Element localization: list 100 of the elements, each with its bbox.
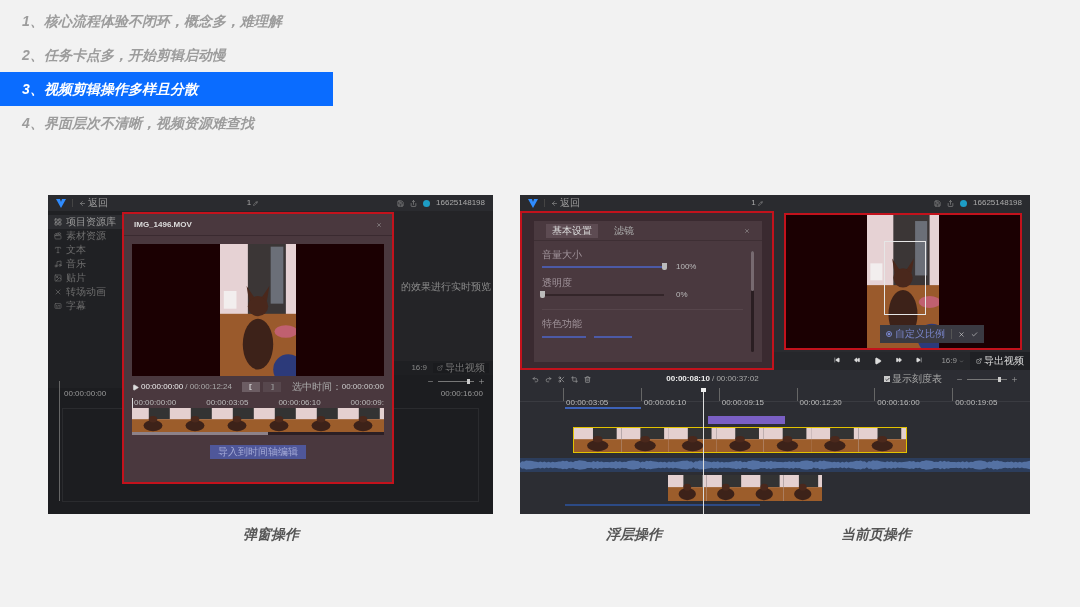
captions-icon (54, 302, 62, 310)
slider-label: 音量大小 (542, 249, 583, 261)
export-button[interactable]: 导出视频 (433, 363, 489, 373)
agenda-item: 3、视频剪辑操作多样且分散 (0, 72, 333, 106)
caption: 弹窗操作 (242, 525, 299, 544)
ruler-label: 00:00:06:10 (643, 398, 687, 407)
set-start-button[interactable] (242, 382, 261, 392)
export-button[interactable]: 导出视频 (970, 352, 1030, 370)
ruler-label: 00:00:16:00 (877, 398, 920, 407)
slider-thumb[interactable] (661, 263, 667, 270)
pencil-icon[interactable] (253, 200, 259, 206)
slider-value: 100% (676, 261, 697, 273)
slider-thumb[interactable] (539, 291, 545, 298)
sidebar-item[interactable]: 字幕 (48, 299, 134, 313)
back-button[interactable]: 返回 (551, 198, 580, 208)
trash-icon[interactable] (584, 375, 591, 383)
bracket-left-icon (249, 384, 254, 390)
avatar[interactable] (960, 199, 968, 207)
ruler-label: 00:00:09:15 (721, 398, 764, 407)
export-icon (437, 365, 443, 371)
panel-tab[interactable]: 滤镜 (608, 223, 640, 238)
share-icon[interactable] (410, 199, 418, 207)
agenda-item: 4、界面层次不清晰，视频资源难查找 (21, 113, 257, 133)
text-icon (54, 246, 62, 254)
bracket-right-icon (270, 384, 275, 390)
user-phone: 16625148198 (436, 197, 485, 209)
agenda-item: 2、任务卡点多，开始剪辑启动慢 (21, 45, 228, 65)
zoom-in-icon[interactable] (1011, 375, 1018, 383)
current-time: 00:00:00:00 (141, 381, 184, 393)
back-button[interactable]: 返回 (79, 198, 108, 208)
ruler-label: 00:00:03:05 (566, 398, 609, 407)
play-icon[interactable] (873, 357, 882, 365)
checkbox[interactable] (884, 376, 890, 382)
ratio-select[interactable]: 16:9 (941, 355, 964, 367)
cancel-icon[interactable] (958, 330, 965, 338)
current-time: 00:00:08:10 (666, 373, 710, 385)
logo-icon (56, 198, 66, 208)
redo-icon[interactable] (545, 375, 552, 383)
sidebar-item[interactable]: 素材资源 (48, 229, 134, 243)
selected-time: 00:00:00:00 (341, 381, 384, 393)
show-scale-checkbox[interactable]: 显示刻度表 (884, 374, 942, 384)
section-title: 特色功能 (542, 318, 583, 330)
radio-icon (886, 331, 892, 337)
slider-thumb[interactable] (997, 376, 1001, 382)
preview-hint: 的效果进行实时预览 (401, 279, 491, 294)
chevron-down-icon (959, 358, 964, 364)
logo-icon (528, 198, 538, 208)
skip-forward-icon[interactable] (915, 357, 922, 363)
save-icon[interactable] (934, 199, 942, 207)
agenda-item: 1、核心流程体验不闭环，概念多，难理解 (21, 11, 285, 31)
confirm-icon[interactable] (971, 330, 978, 338)
image-icon (54, 274, 62, 282)
scissors-icon[interactable] (558, 375, 565, 383)
ruler-label: 00:00:12:20 (799, 398, 842, 407)
ruler-label: 00:00:06:10 (277, 398, 321, 408)
avatar[interactable] (423, 199, 431, 207)
sidebar-item[interactable]: 贴片 (48, 271, 134, 285)
crop-frame[interactable] (884, 241, 926, 315)
close-icon[interactable] (376, 221, 382, 228)
music-icon (54, 260, 62, 268)
export-icon (976, 358, 982, 364)
ruler-label: 00:00:19:05 (955, 398, 998, 407)
skip-back-icon[interactable] (833, 357, 840, 363)
project-title: 1 (246, 197, 252, 209)
slider-value: 0% (676, 289, 688, 301)
selected-time-label: 选中时间： (291, 382, 342, 392)
import-button[interactable]: 导入到时间轴编辑 (210, 445, 306, 459)
total-time: / 00:00:37:02 (711, 373, 759, 385)
total-time: / 00:00:12:24 (185, 381, 232, 393)
check-icon (884, 376, 890, 382)
ruler-label: 00:00:00:00 (133, 398, 177, 408)
arrow-left-icon (79, 199, 86, 207)
crop-icon[interactable] (571, 375, 578, 383)
filter-clip[interactable] (708, 416, 785, 424)
project-title: 1 (751, 197, 756, 209)
play-icon[interactable] (132, 383, 139, 391)
fast-forward-icon[interactable] (895, 357, 902, 363)
sidebar-item[interactable]: 文本 (48, 243, 134, 257)
sidebar-item[interactable]: 转场动画 (48, 285, 134, 299)
ruler-label: 00:00:00:00 (64, 388, 107, 400)
ruler-label: 00:00:09: (349, 398, 384, 408)
slider-label: 透明度 (542, 277, 573, 289)
save-icon[interactable] (397, 199, 405, 207)
caption: 当前页操作 (840, 525, 911, 544)
slider-thumb[interactable] (467, 378, 471, 384)
share-icon[interactable] (947, 199, 955, 207)
grid-icon (54, 218, 62, 226)
zoom-in-icon[interactable] (478, 377, 485, 385)
pencil-icon[interactable] (757, 200, 763, 206)
undo-icon[interactable] (532, 375, 539, 383)
set-end-button[interactable] (263, 382, 282, 392)
ruler-label: 00:00:03:05 (205, 398, 249, 408)
panel-tab[interactable]: 基本设置 (546, 223, 598, 238)
arrow-left-icon (551, 199, 558, 207)
modal-title: IMG_1496.MOV (134, 218, 192, 231)
ratio-select[interactable]: 16:9 (411, 362, 427, 374)
custom-ratio-option[interactable]: 自定义比例 (886, 329, 945, 339)
sidebar-item[interactable]: 音乐 (48, 257, 134, 271)
rewind-icon[interactable] (853, 357, 860, 363)
close-icon[interactable] (744, 227, 750, 234)
